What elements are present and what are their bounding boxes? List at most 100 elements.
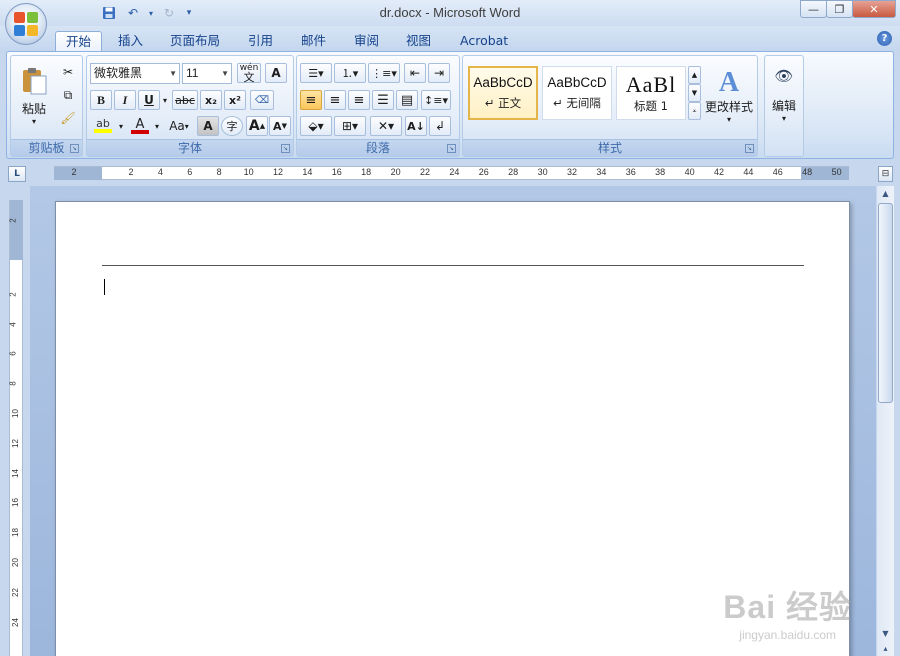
style-no-spacing[interactable]: AaBbCcD ↵ 无间隔 — [542, 66, 612, 120]
ruler-number: 4 — [8, 321, 18, 327]
ruler-number: 2 — [128, 167, 134, 177]
clear-formatting-eraser-icon[interactable]: ⌫ — [250, 90, 274, 110]
increase-indent-icon[interactable]: ⇥ — [428, 63, 450, 83]
cut-icon[interactable]: ✂ — [58, 62, 78, 82]
ruler-number: 34 — [596, 167, 607, 177]
font-group: 微软雅黑 ▼ 11 ▼ wén 文 A B I U ▾ abc x₂ x² ⌫ ab … — [86, 55, 294, 157]
styles-more-icon[interactable]: ⩡ — [688, 102, 701, 120]
ribbon: 粘贴 ▾ ✂ ⧉ 🖌 剪贴板 ↘ 微软雅黑 ▼ 11 ▼ wén 文 A B I U … — [6, 51, 894, 159]
restore-button[interactable]: ❐ — [826, 0, 853, 18]
tab-references[interactable]: 引用 — [238, 31, 283, 52]
change-styles-label: 更改样式 — [704, 100, 753, 114]
ruler-number: 10 — [243, 167, 254, 177]
ruler-number: 2 — [71, 167, 77, 177]
align-left-icon[interactable]: ≡ — [300, 90, 322, 110]
grow-font-button[interactable]: A ▲ — [246, 116, 268, 136]
change-case-button[interactable]: Aa ▾ — [164, 116, 194, 136]
scroll-up-icon[interactable]: ▲ — [878, 186, 893, 201]
decrease-indent-icon[interactable]: ⇤ — [404, 63, 426, 83]
style-heading-1[interactable]: AaBl 标题 1 — [616, 66, 686, 120]
highlighter-icon: ab — [96, 117, 110, 130]
vertical-ruler[interactable]: 2 2 4 6 8 10 12 14 16 18 20 22 24 — [9, 200, 23, 656]
strikethrough-button[interactable]: abc — [172, 90, 198, 110]
multilevel-list-button[interactable]: ⋮≡▾ — [368, 63, 400, 83]
tab-acrobat[interactable]: Acrobat — [450, 31, 518, 52]
change-styles-button[interactable]: A 更改样式 ▾ — [703, 60, 755, 132]
editing-button[interactable]: 👁 编辑 ▾ — [767, 60, 801, 130]
align-center-icon[interactable]: ≡ — [324, 90, 346, 110]
ruler-number: 2 — [8, 292, 18, 297]
vertical-scrollbar[interactable]: ▲ ▼ ▴ — [877, 186, 894, 656]
tab-insert[interactable]: 插入 — [108, 31, 153, 52]
bold-button[interactable]: B — [90, 90, 112, 110]
italic-button[interactable]: I — [114, 90, 136, 110]
scroll-down-icon[interactable]: ▼ — [878, 626, 893, 641]
styles-launcher-icon[interactable]: ↘ — [745, 144, 754, 153]
office-button[interactable] — [5, 3, 47, 45]
shrink-font-label: A — [273, 119, 282, 133]
paragraph-group: ☰▾ ⒈▾ ⋮≡▾ ⇤ ⇥ ≡ ≡ ≡ ☰ ▤ ↕≡▾ ⬙▾ ⊞▾ ✕▾ A↓ … — [296, 55, 460, 157]
highlight-dropdown-icon[interactable]: ▾ — [116, 116, 126, 136]
align-right-icon[interactable]: ≡ — [348, 90, 370, 110]
styles-group-label: 样式 — [463, 139, 757, 156]
view-ruler-icon[interactable]: ⊟ — [878, 166, 893, 182]
close-button[interactable]: ✕ — [852, 0, 896, 18]
horizontal-ruler[interactable]: 2 2 4 6 8 10 12 14 16 18 20 22 24 26 28 30 32 34 36 38 40 42 4… — [54, 166, 849, 180]
styles-scroll-up-icon[interactable]: ▲ — [688, 66, 701, 84]
paste-button[interactable]: 粘贴 ▾ — [15, 60, 53, 132]
justify-icon[interactable]: ☰ — [372, 90, 394, 110]
numbering-button[interactable]: ⒈▾ — [334, 63, 366, 83]
ruler-number: 14 — [10, 468, 20, 478]
style-normal[interactable]: AaBbCcD ↵ 正文 — [468, 66, 538, 120]
style-heading-1-sample: AaBl — [625, 72, 677, 97]
scrollbar-thumb[interactable] — [878, 203, 893, 403]
copy-icon[interactable]: ⧉ — [58, 85, 78, 105]
chinese-layout-button[interactable]: ✕▾ — [370, 116, 402, 136]
underline-button[interactable]: U — [138, 90, 160, 110]
tab-view[interactable]: 视图 — [396, 31, 441, 52]
font-color-button[interactable]: A — [128, 116, 152, 136]
watermark-logo-text: Bai 经验 — [723, 589, 852, 625]
sort-icon[interactable]: A↓ — [405, 116, 427, 136]
clipboard-launcher-icon[interactable]: ↘ — [70, 144, 79, 153]
style-no-spacing-sample: AaBbCcD — [547, 75, 607, 90]
font-size-combo[interactable]: 11 ▼ — [182, 63, 232, 84]
paragraph-launcher-icon[interactable]: ↘ — [447, 144, 456, 153]
ruler-number: 40 — [684, 167, 695, 177]
line-spacing-button[interactable]: ↕≡▾ — [421, 90, 451, 110]
tab-review[interactable]: 审阅 — [344, 31, 389, 52]
enclose-characters-button[interactable]: 字 — [221, 116, 243, 136]
minimize-button[interactable]: — — [800, 0, 827, 18]
show-paragraph-marks-icon[interactable]: ↲ — [429, 116, 451, 136]
paragraph-group-label: 段落 — [297, 139, 459, 156]
styles-scroll-down-icon[interactable]: ▼ — [688, 84, 701, 102]
subscript-button[interactable]: x₂ — [200, 90, 222, 110]
ruler-number: 4 — [157, 167, 163, 177]
help-icon[interactable]: ? — [877, 31, 892, 46]
tab-home[interactable]: 开始 — [55, 31, 103, 52]
tab-selector-button[interactable]: L — [8, 166, 26, 182]
highlight-button[interactable]: ab — [90, 116, 116, 136]
tab-page-layout[interactable]: 页面布局 — [160, 31, 230, 52]
font-name-combo[interactable]: 微软雅黑 ▼ — [90, 63, 180, 84]
character-shading-button[interactable]: A — [197, 116, 219, 136]
tab-mailings[interactable]: 邮件 — [291, 31, 336, 52]
ruler-number: 50 — [831, 167, 842, 177]
binoculars-icon: 👁 — [774, 67, 794, 85]
shading-button[interactable]: ⬙▾ — [300, 116, 332, 136]
distributed-icon[interactable]: ▤ — [396, 90, 418, 110]
style-normal-sample: AaBbCcD — [473, 75, 533, 90]
borders-button[interactable]: ⊞▾ — [334, 116, 366, 136]
previous-page-icon[interactable]: ▴ — [878, 641, 893, 656]
format-painter-icon[interactable]: 🖌 — [58, 108, 78, 128]
font-launcher-icon[interactable]: ↘ — [281, 144, 290, 153]
font-color-dropdown-icon[interactable]: ▾ — [152, 116, 162, 136]
clear-format-button[interactable]: A — [265, 63, 287, 83]
ruler-number: 18 — [361, 167, 372, 177]
bullets-button[interactable]: ☰▾ — [300, 63, 332, 83]
superscript-button[interactable]: x² — [224, 90, 246, 110]
phonetic-guide-button[interactable]: wén 文 — [237, 63, 261, 83]
shrink-font-button[interactable]: A ▼ — [269, 116, 291, 136]
left-margin-area — [54, 167, 102, 180]
underline-dropdown-icon[interactable]: ▾ — [160, 90, 170, 110]
